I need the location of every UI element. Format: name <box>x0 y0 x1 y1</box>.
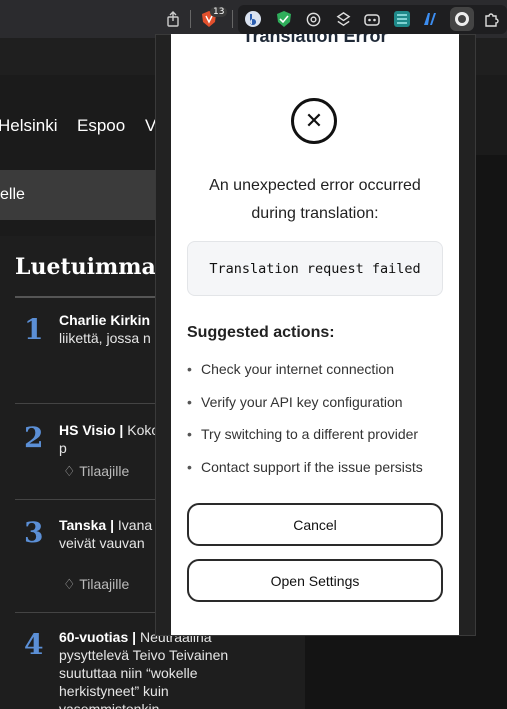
error-code: Translation request failed <box>187 241 443 296</box>
item-number: 1 <box>24 313 44 346</box>
item-number: 3 <box>24 516 44 549</box>
ai-n-icon[interactable] <box>421 9 441 29</box>
bot-icon[interactable] <box>362 9 382 29</box>
banner-text: elle <box>0 186 25 203</box>
error-message: An unexpected error occurred during tran… <box>209 177 421 222</box>
open-settings-button[interactable]: Open Settings <box>187 559 443 602</box>
popup-title: Translation Error <box>242 34 388 46</box>
action-item: • Contact support if the issue persists <box>187 459 423 475</box>
item-headline-bold: Charlie Kirkin <box>59 312 151 328</box>
layers-icon[interactable] <box>333 9 353 29</box>
subscriber-badge: ♢ Tilaajille <box>63 463 129 480</box>
grid-icon[interactable] <box>392 9 412 29</box>
action-text: Check your internet connection <box>201 361 394 377</box>
extension-1-icon[interactable] <box>243 9 263 29</box>
brave-badge: 13 <box>210 7 228 17</box>
toolbar-divider <box>232 10 233 28</box>
nav-espoo[interactable]: Espoo <box>77 116 125 136</box>
extension-2-icon[interactable] <box>274 9 294 29</box>
toolbar-divider <box>190 10 191 28</box>
subscriber-label: Tilaajille <box>79 463 130 479</box>
share-icon[interactable] <box>163 9 183 29</box>
most-read-title: Luetuimmat <box>15 254 166 280</box>
cancel-button[interactable]: Cancel <box>187 503 443 546</box>
item-headline-bold: HS Visio | <box>59 422 124 438</box>
item-headline-bold: 60-vuotias | <box>59 629 137 645</box>
openai-icon[interactable] <box>303 9 323 29</box>
action-text: Verify your API key configuration <box>201 394 403 410</box>
action-item: • Verify your API key configuration <box>187 394 403 410</box>
nav-helsinki[interactable]: Helsinki <box>0 116 58 136</box>
diamond-icon: ♢ <box>63 463 76 479</box>
actions-title: Suggested actions: <box>187 324 335 341</box>
item-number: 4 <box>24 628 44 661</box>
item-number: 2 <box>24 421 44 454</box>
item-headline-bold: Tanska | <box>59 517 115 533</box>
action-text: Contact support if the issue persists <box>201 459 423 475</box>
action-item: • Check your internet connection <box>187 361 394 377</box>
action-item: • Try switching to a different provider <box>187 426 419 442</box>
puzzle-icon[interactable] <box>482 9 502 29</box>
subscriber-badge: ♢ Tilaajille <box>63 576 129 593</box>
translation-extension-icon[interactable] <box>450 7 474 31</box>
translation-error-popup: Translation Error ✕ An unexpected error … <box>171 34 459 635</box>
browser-toolbar: 13 <box>0 0 507 38</box>
action-text: Try switching to a different provider <box>201 426 419 442</box>
subscriber-label: Tilaajille <box>79 576 130 592</box>
x-circle-icon: ✕ <box>291 98 337 144</box>
item-text: 60-vuotias | Neutraalina pysyttelevä Tei… <box>59 628 249 709</box>
diamond-icon: ♢ <box>63 576 76 592</box>
